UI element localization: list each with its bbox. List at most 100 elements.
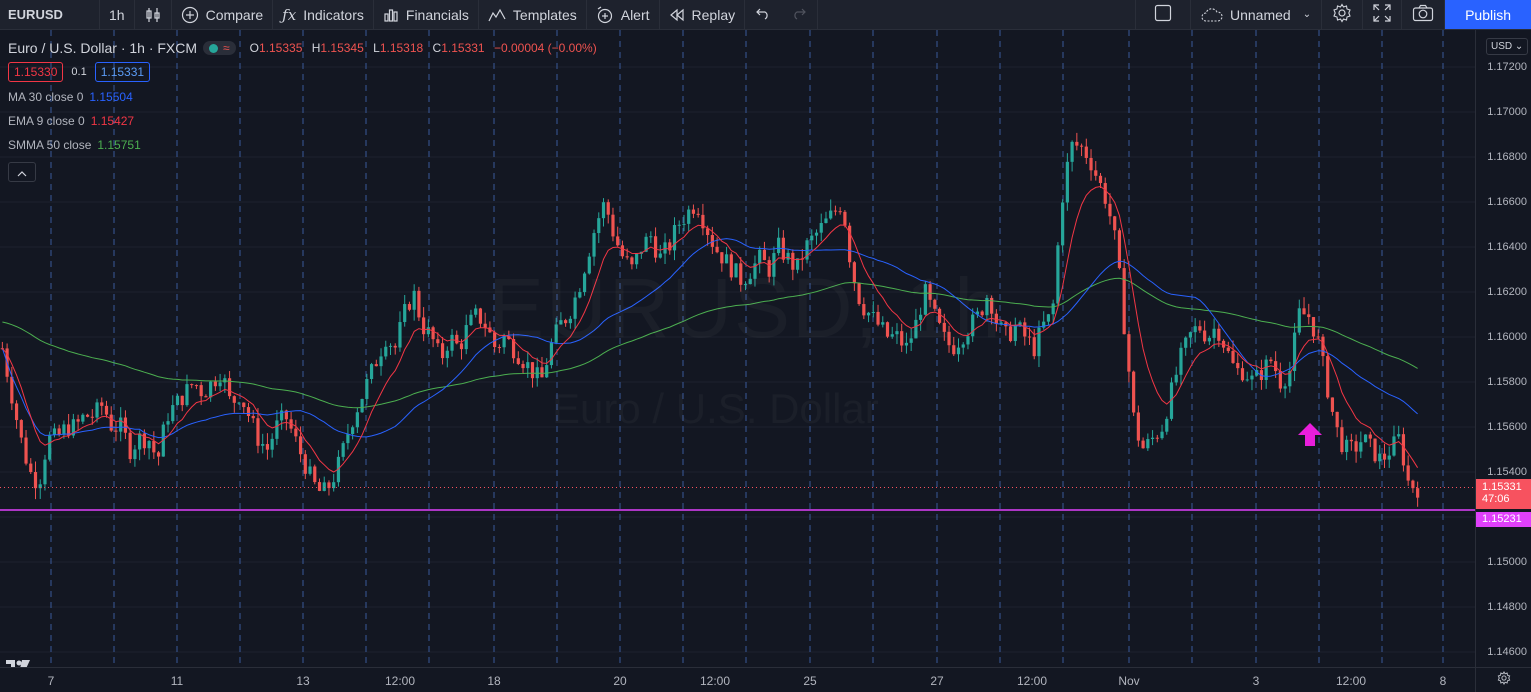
compare-button[interactable]: Compare bbox=[172, 0, 274, 29]
camera-icon bbox=[1412, 4, 1434, 25]
candle-body bbox=[762, 249, 767, 261]
replay-label: Replay bbox=[691, 6, 736, 23]
legend-title-row: Euro / U.S. Dollar · 1h · FXCM ≈ O1.1533… bbox=[8, 40, 603, 56]
candle-body bbox=[33, 472, 38, 489]
candle-body bbox=[592, 233, 596, 257]
candle-body bbox=[1297, 308, 1301, 333]
candle-body bbox=[365, 378, 369, 399]
redo-icon bbox=[791, 6, 807, 23]
sell-button[interactable]: 1.15330 bbox=[8, 62, 64, 82]
candle-body bbox=[1094, 170, 1098, 176]
market-status-badge[interactable]: ≈ bbox=[203, 41, 236, 55]
candle-body bbox=[658, 253, 662, 258]
candle-body bbox=[1108, 203, 1112, 217]
symbol-label: EURUSD bbox=[8, 7, 63, 22]
candle-body bbox=[786, 252, 790, 260]
spread-value: 0.1 bbox=[71, 66, 87, 78]
interval-button[interactable]: 1h bbox=[100, 0, 135, 29]
indicator-smma[interactable]: SMMA 50 close 1.15751 bbox=[8, 138, 603, 154]
candle-body bbox=[1406, 465, 1410, 481]
candle-body bbox=[100, 402, 104, 406]
candle-body bbox=[10, 376, 14, 404]
candle-body bbox=[1188, 332, 1193, 338]
undo-button[interactable] bbox=[745, 0, 781, 29]
indicator-ma-label: MA 30 close 0 bbox=[8, 90, 84, 104]
indicator-ema[interactable]: EMA 9 close 0 1.15427 bbox=[8, 114, 603, 130]
candle-body bbox=[1098, 175, 1103, 184]
candle-body bbox=[85, 414, 90, 417]
last-price-label: 1.15331 47:06 bbox=[1476, 478, 1531, 509]
price-tick-label: 1.16800 bbox=[1487, 151, 1527, 163]
candle-body bbox=[213, 381, 217, 387]
candle-body bbox=[1203, 330, 1207, 342]
candle-body bbox=[417, 290, 421, 318]
open-label: O bbox=[249, 41, 259, 55]
candle-body bbox=[156, 452, 161, 457]
candle-body bbox=[1269, 359, 1273, 362]
candle-body bbox=[147, 441, 151, 449]
candle-body bbox=[478, 308, 483, 324]
candle-body bbox=[209, 381, 213, 398]
candle-body bbox=[1231, 351, 1235, 363]
currency-select[interactable]: USD ⌄ bbox=[1486, 38, 1529, 55]
candle-body bbox=[1037, 327, 1041, 357]
snapshot-button[interactable] bbox=[1402, 0, 1446, 29]
candle-body bbox=[672, 225, 677, 251]
interval-label: 1h bbox=[109, 6, 125, 23]
undo-icon bbox=[755, 6, 771, 23]
candle-body bbox=[138, 433, 142, 450]
scale-settings-button[interactable] bbox=[1475, 667, 1531, 692]
candle-body bbox=[1056, 245, 1060, 304]
indicators-button[interactable]: ƒx Indicators bbox=[273, 0, 374, 29]
symbol-search-button[interactable]: EURUSD bbox=[0, 0, 100, 29]
candle-body bbox=[1155, 437, 1159, 439]
fullscreen-button[interactable] bbox=[1363, 0, 1403, 29]
alert-button[interactable]: Alert bbox=[587, 0, 660, 29]
buy-button[interactable]: 1.15331 bbox=[94, 62, 151, 82]
candle-body bbox=[1008, 326, 1013, 342]
candle-body bbox=[275, 420, 279, 439]
candle-body bbox=[824, 218, 828, 224]
layout-name-label: Unnamed bbox=[1229, 6, 1291, 23]
candle-body bbox=[109, 414, 113, 431]
time-tick-label: 18 bbox=[487, 674, 501, 688]
candle-body bbox=[175, 395, 180, 406]
candle-body bbox=[246, 407, 251, 416]
chart-type-button[interactable] bbox=[135, 0, 172, 29]
indicator-ma[interactable]: MA 30 close 0 1.15504 bbox=[8, 90, 603, 106]
chevron-down-icon: ⌄ bbox=[1302, 9, 1312, 20]
layout-select-button[interactable] bbox=[1136, 0, 1191, 29]
candle-body bbox=[14, 403, 19, 421]
candle-body bbox=[412, 290, 416, 310]
square-icon bbox=[1154, 4, 1172, 25]
legend-title[interactable]: Euro / U.S. Dollar · 1h · FXCM bbox=[8, 40, 197, 56]
candle-body bbox=[256, 418, 260, 446]
templates-button[interactable]: Templates bbox=[479, 0, 587, 29]
candle-body bbox=[691, 209, 696, 214]
candle-body bbox=[369, 364, 374, 379]
replay-button[interactable]: Replay bbox=[660, 0, 746, 29]
time-tick-label: 3 bbox=[1252, 674, 1260, 688]
candle-body bbox=[833, 210, 838, 212]
publish-button[interactable]: Publish bbox=[1445, 0, 1531, 29]
financials-button[interactable]: Financials bbox=[374, 0, 479, 29]
candle-body bbox=[403, 304, 407, 323]
legend-collapse-button[interactable] bbox=[8, 162, 36, 182]
time-tick-label: 25 bbox=[803, 674, 817, 688]
candle-body bbox=[1226, 347, 1230, 352]
candle-body bbox=[374, 364, 378, 367]
time-axis[interactable]: 7 11 13 12:00 18 20 12:00 25 27 12:00 Nov 3 12:00 8 bbox=[0, 667, 1475, 692]
bar-chart-icon bbox=[383, 7, 399, 23]
candle-body bbox=[1174, 374, 1178, 383]
candle-body bbox=[469, 314, 473, 326]
candle-body bbox=[43, 459, 47, 485]
candle-body bbox=[355, 412, 359, 428]
candle-body bbox=[1302, 308, 1306, 315]
candle-body bbox=[1051, 303, 1055, 315]
redo-button[interactable] bbox=[781, 0, 819, 29]
price-axis[interactable]: USD ⌄ 1.17200 1.17000 1.16800 1.16600 1.1640… bbox=[1475, 30, 1531, 667]
candle-body bbox=[57, 428, 61, 435]
layout-name-button[interactable]: Unnamed ⌄ bbox=[1191, 0, 1323, 29]
candle-body bbox=[1345, 439, 1349, 453]
settings-button[interactable] bbox=[1322, 0, 1364, 29]
